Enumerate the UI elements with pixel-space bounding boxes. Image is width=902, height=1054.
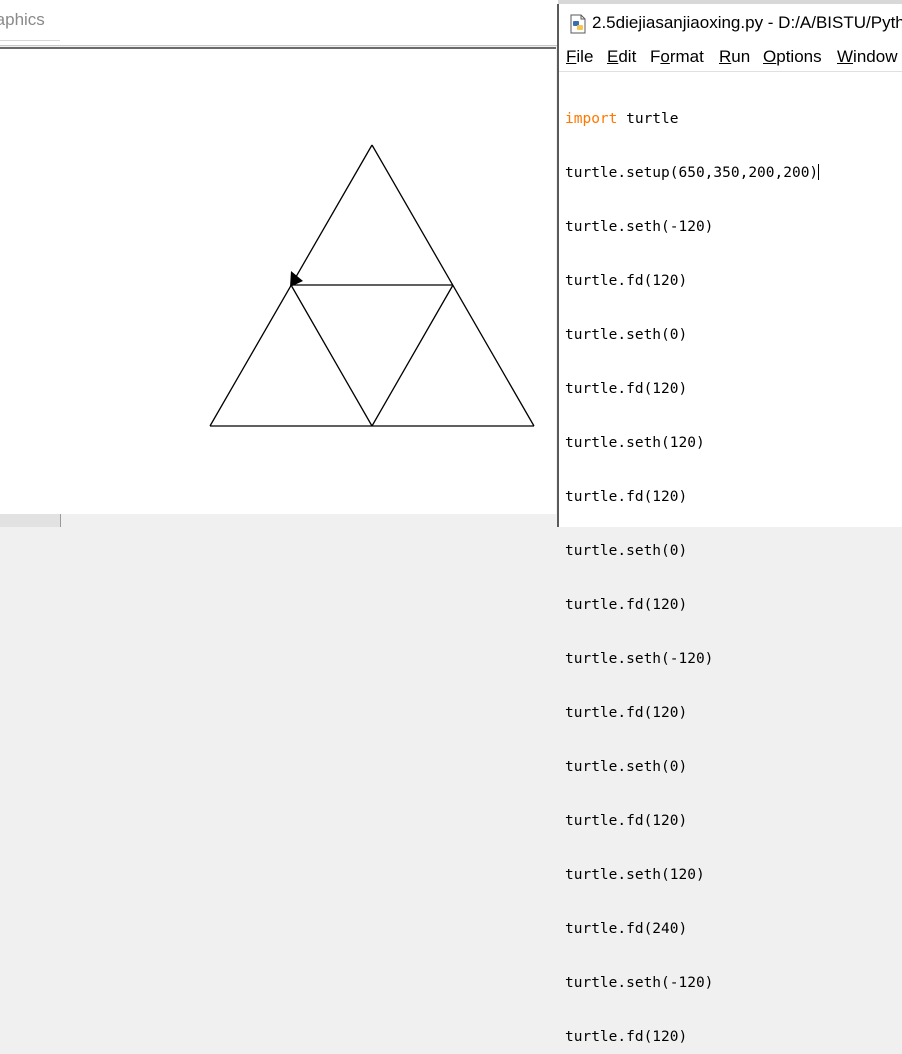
code-line: turtle.seth(120) xyxy=(565,435,705,451)
turtle-drawing xyxy=(209,144,535,427)
code-line: turtle.setup(650,350,200,200) xyxy=(565,164,820,181)
code-line: turtle.fd(120) xyxy=(565,381,688,397)
menu-format[interactable]: Format xyxy=(650,47,704,67)
code-line: turtle.seth(0) xyxy=(565,543,688,559)
turtle-graphics-window: raphics xyxy=(0,0,558,527)
inner-right-edge xyxy=(371,284,454,427)
menu-window[interactable]: Window xyxy=(837,47,897,67)
code-line: turtle.fd(120) xyxy=(565,705,688,721)
inner-left-edge xyxy=(290,284,373,427)
code-line: turtle.seth(-120) xyxy=(565,975,714,991)
code-line: turtle.fd(120) xyxy=(565,813,688,829)
menu-edit[interactable]: Edit xyxy=(607,47,636,67)
editor-titlebar[interactable]: 2.5diejiasanjiaoxing.py - D:/A/BISTU/Pyt… xyxy=(559,4,902,42)
code-line: import turtle xyxy=(565,111,679,127)
turtle-window-bottom xyxy=(0,514,558,527)
menubar: File Edit Format Run Options Window xyxy=(559,44,902,72)
titlebar-divider xyxy=(0,40,60,41)
code-line: turtle.seth(-120) xyxy=(565,651,714,667)
code-line: turtle.seth(120) xyxy=(565,867,705,883)
turtle-window-title: raphics xyxy=(0,10,45,29)
menu-run[interactable]: Run xyxy=(719,47,750,67)
turtle-window-titlebar[interactable]: raphics xyxy=(0,0,558,46)
editor-title: 2.5diejiasanjiaoxing.py - D:/A/BISTU/Pyt… xyxy=(592,13,902,32)
menu-options[interactable]: Options xyxy=(763,47,822,67)
code-line: turtle.fd(120) xyxy=(565,1029,688,1045)
python-file-icon xyxy=(570,14,586,34)
code-line: turtle.fd(120) xyxy=(565,489,688,505)
code-line: turtle.seth(-120) xyxy=(565,219,714,235)
code-editor[interactable]: import turtle turtle.setup(650,350,200,2… xyxy=(565,74,900,1045)
code-line: turtle.fd(240) xyxy=(565,921,688,937)
taskbar-fragment xyxy=(0,514,61,527)
menu-file[interactable]: File xyxy=(566,47,593,67)
code-line: turtle.fd(120) xyxy=(565,597,688,613)
text-caret xyxy=(818,164,820,180)
code-line: turtle.seth(0) xyxy=(565,327,688,343)
turtle-canvas[interactable] xyxy=(0,47,556,514)
idle-editor-window: 2.5diejiasanjiaoxing.py - D:/A/BISTU/Pyt… xyxy=(557,4,902,1045)
code-line: turtle.seth(0) xyxy=(565,759,688,775)
code-line: turtle.fd(120) xyxy=(565,273,688,289)
